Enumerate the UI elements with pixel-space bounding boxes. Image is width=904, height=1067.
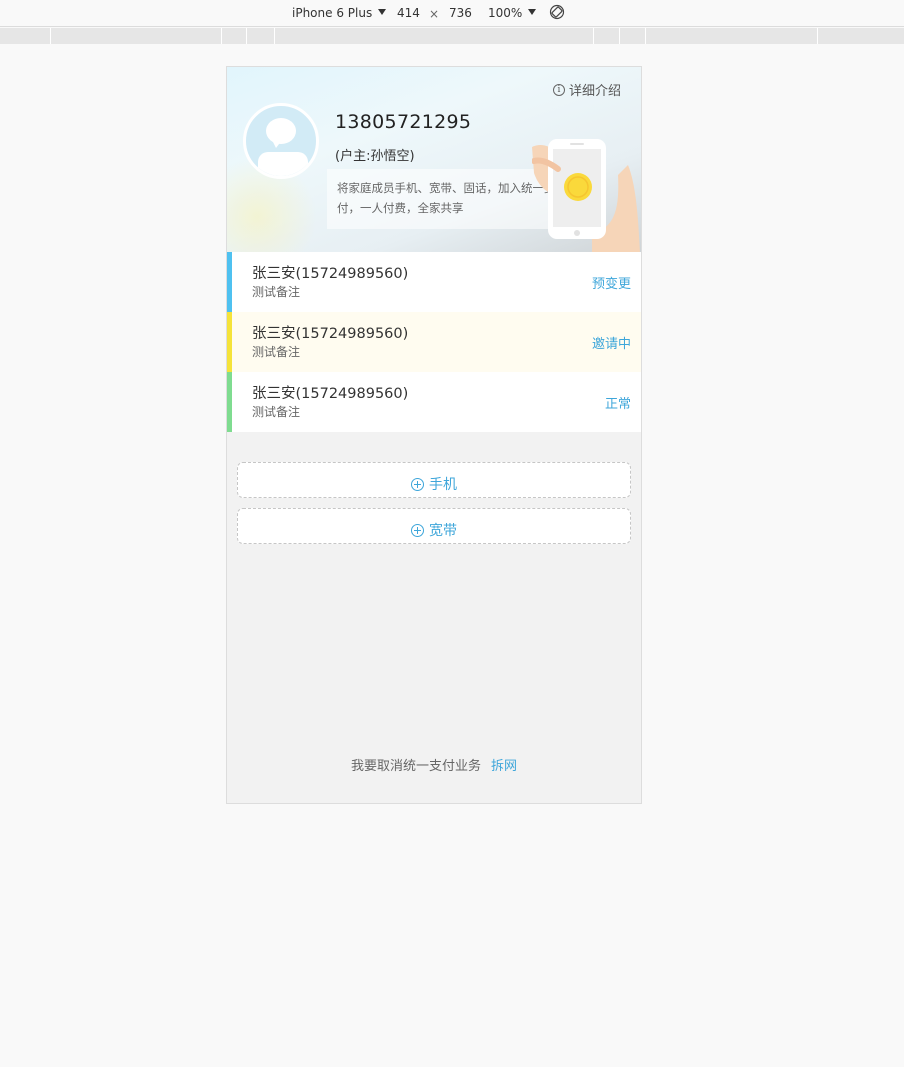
member-note: 测试备注 <box>252 405 301 419</box>
detail-intro-label: 详细介绍 <box>568 84 621 99</box>
add-mobile-button[interactable]: 手机 <box>237 462 631 498</box>
account-phone-number: 13805721295 <box>335 111 472 133</box>
member-row[interactable]: 张三安(15724989560) 测试备注 正常 <box>227 372 641 432</box>
member-note: 测试备注 <box>252 285 301 299</box>
device-select[interactable]: iPhone 6 Plus <box>292 6 387 21</box>
cancel-service-text: 我要取消统一支付业务 <box>350 759 481 774</box>
add-broadband-label: 宽带 <box>429 523 457 539</box>
member-name: 张三安(15724989560) <box>252 266 409 282</box>
caret-down-icon <box>528 9 537 15</box>
member-status-bar <box>227 252 232 312</box>
member-note: 测试备注 <box>252 345 301 359</box>
unbind-network-link[interactable]: 拆网 <box>491 759 517 774</box>
plus-circle-icon <box>411 523 424 537</box>
promo-line-1: 将家庭成员手机、宽带、固话，加入统一支 <box>337 181 556 195</box>
cancel-service-footer: 我要取消统一支付业务 拆网 <box>227 755 641 774</box>
device-name: iPhone 6 Plus <box>292 6 373 20</box>
phone-payment-illustration <box>532 139 640 252</box>
viewport-width-input[interactable]: 414 <box>397 6 420 21</box>
dimension-separator: × <box>429 7 440 21</box>
avatar <box>243 103 319 179</box>
member-row[interactable]: 张三安(15724989560) 测试备注 邀请中 <box>227 312 641 372</box>
rotate-icon[interactable] <box>549 4 565 20</box>
plus-circle-icon <box>411 477 424 491</box>
account-header: i 详细介绍 13805721295 (户主:孙悟空) 将家庭成员手机、宽带、固… <box>227 67 641 252</box>
user-silhouette-icon <box>258 152 308 176</box>
media-query-ruler <box>0 28 904 44</box>
member-status-bar <box>227 312 232 372</box>
owner-label: (户主:孙悟空) <box>335 149 415 164</box>
devtools-device-toolbar: iPhone 6 Plus 414 × 736 100% <box>0 0 904 27</box>
member-status[interactable]: 邀请中 <box>592 333 631 352</box>
promo-line-2: 付，一人付费，全家共享 <box>337 201 464 215</box>
member-status-bar <box>227 372 232 432</box>
add-mobile-label: 手机 <box>429 477 457 493</box>
detail-intro-link[interactable]: i 详细介绍 <box>552 80 621 99</box>
chat-bubble-tail <box>272 140 282 148</box>
member-row[interactable]: 张三安(15724989560) 测试备注 预变更 <box>227 252 641 312</box>
viewport-height-input[interactable]: 736 <box>449 6 472 21</box>
zoom-value: 100% <box>488 6 523 20</box>
member-status[interactable]: 预变更 <box>592 273 631 292</box>
add-broadband-button[interactable]: 宽带 <box>237 508 631 544</box>
caret-down-icon <box>378 9 387 15</box>
zoom-select[interactable]: 100% <box>488 6 537 21</box>
member-name: 张三安(15724989560) <box>252 326 409 342</box>
phone-viewport: i 详细介绍 13805721295 (户主:孙悟空) 将家庭成员手机、宽带、固… <box>226 66 642 804</box>
info-icon: i <box>552 83 565 96</box>
member-status[interactable]: 正常 <box>605 393 631 412</box>
member-name: 张三安(15724989560) <box>252 386 409 402</box>
